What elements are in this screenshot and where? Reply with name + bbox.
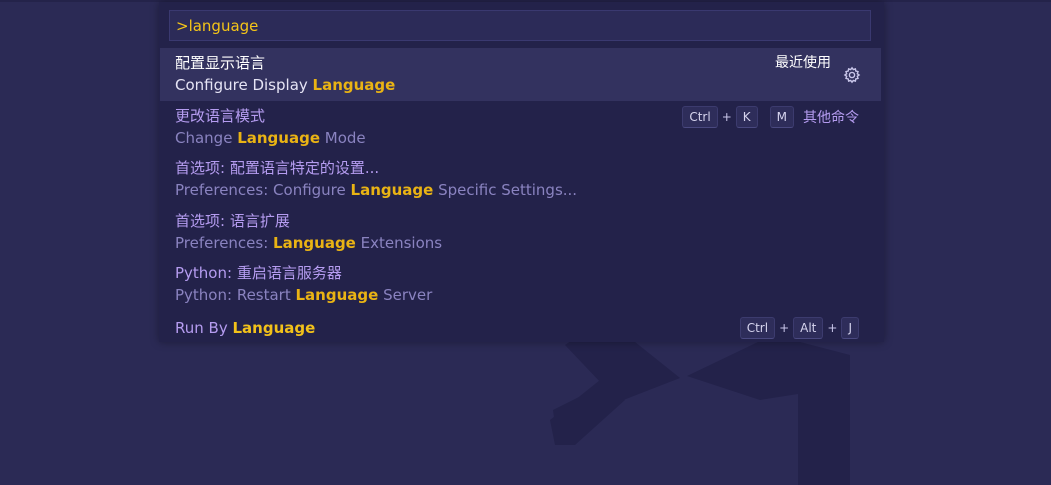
- command-item-configure-display-language[interactable]: 配置显示语言 Configure Display Language 最近使用: [160, 48, 881, 101]
- command-detail: Preferences: Configure Language Specific…: [175, 181, 577, 199]
- other-commands-label: 其他命令: [803, 109, 859, 126]
- command-item-run-by-language[interactable]: Run By Language Ctrl + Alt + J: [160, 311, 881, 345]
- key-cap: Ctrl: [739, 316, 776, 339]
- command-label: Run By Language: [175, 319, 315, 337]
- match-highlight: Language: [295, 286, 379, 304]
- workbench: 配置显示语言 Configure Display Language 最近使用 更…: [0, 0, 1051, 485]
- detail-text: Preferences: Configure: [175, 181, 351, 199]
- label-text: Run By: [175, 318, 233, 337]
- command-label: 首选项: 配置语言特定的设置...: [175, 159, 380, 177]
- command-item-change-language-mode[interactable]: 更改语言模式 Change Language Mode Ctrl + K M 其…: [160, 101, 881, 154]
- detail-text: Configure Display: [175, 76, 313, 94]
- key-cap: M: [769, 105, 794, 128]
- command-item-configure-language-specific-settings[interactable]: 首选项: 配置语言特定的设置... Preferences: Configure…: [160, 153, 881, 206]
- keybinding: Ctrl + K M 其他命令: [682, 105, 859, 128]
- detail-text: Mode: [320, 128, 366, 147]
- detail-text: Extensions: [355, 233, 443, 252]
- command-label: 首选项: 语言扩展: [175, 211, 290, 230]
- command-detail: Preferences: Language Extensions: [175, 234, 442, 252]
- command-input-box[interactable]: [169, 10, 871, 41]
- detail-text: Preferences:: [175, 233, 274, 252]
- command-label: 更改语言模式: [175, 106, 266, 125]
- key-separator: +: [721, 109, 732, 124]
- command-item-python-restart-language-server[interactable]: Python: 重启语言服务器 Python: Restart Language…: [160, 258, 881, 311]
- command-palette: 配置显示语言 Configure Display Language 最近使用 更…: [159, 2, 884, 342]
- key-cap: K: [735, 105, 758, 128]
- match-highlight: Language: [232, 318, 316, 337]
- match-highlight: Language: [312, 76, 396, 94]
- command-detail: Configure Display Language: [175, 76, 395, 94]
- key-cap: Ctrl: [682, 105, 718, 128]
- detail-text: Change: [175, 128, 238, 147]
- key-cap: J: [841, 316, 859, 339]
- command-item-language-extensions[interactable]: 首选项: 语言扩展 Preferences: Language Extensio…: [160, 206, 881, 259]
- gear-icon[interactable]: [843, 66, 861, 84]
- command-detail: Change Language Mode: [175, 129, 366, 147]
- match-highlight: Language: [350, 181, 434, 199]
- match-highlight: Language: [273, 233, 356, 252]
- command-input[interactable]: [170, 11, 870, 40]
- command-label: Python: 重启语言服务器: [175, 264, 342, 282]
- key-cap: Alt: [793, 316, 824, 339]
- key-separator: +: [779, 320, 790, 335]
- detail-text: Python: Restart: [175, 286, 296, 304]
- key-separator: +: [827, 320, 838, 335]
- detail-text: Specific Settings...: [433, 181, 578, 199]
- command-detail: Python: Restart Language Server: [175, 286, 432, 304]
- detail-text: Server: [378, 286, 433, 304]
- recently-used-badge: 最近使用: [775, 55, 831, 71]
- keybinding: Ctrl + Alt + J: [739, 316, 859, 339]
- command-label: 配置显示语言: [175, 54, 266, 72]
- match-highlight: Language: [237, 128, 321, 147]
- command-list: 配置显示语言 Configure Display Language 最近使用 更…: [160, 48, 881, 345]
